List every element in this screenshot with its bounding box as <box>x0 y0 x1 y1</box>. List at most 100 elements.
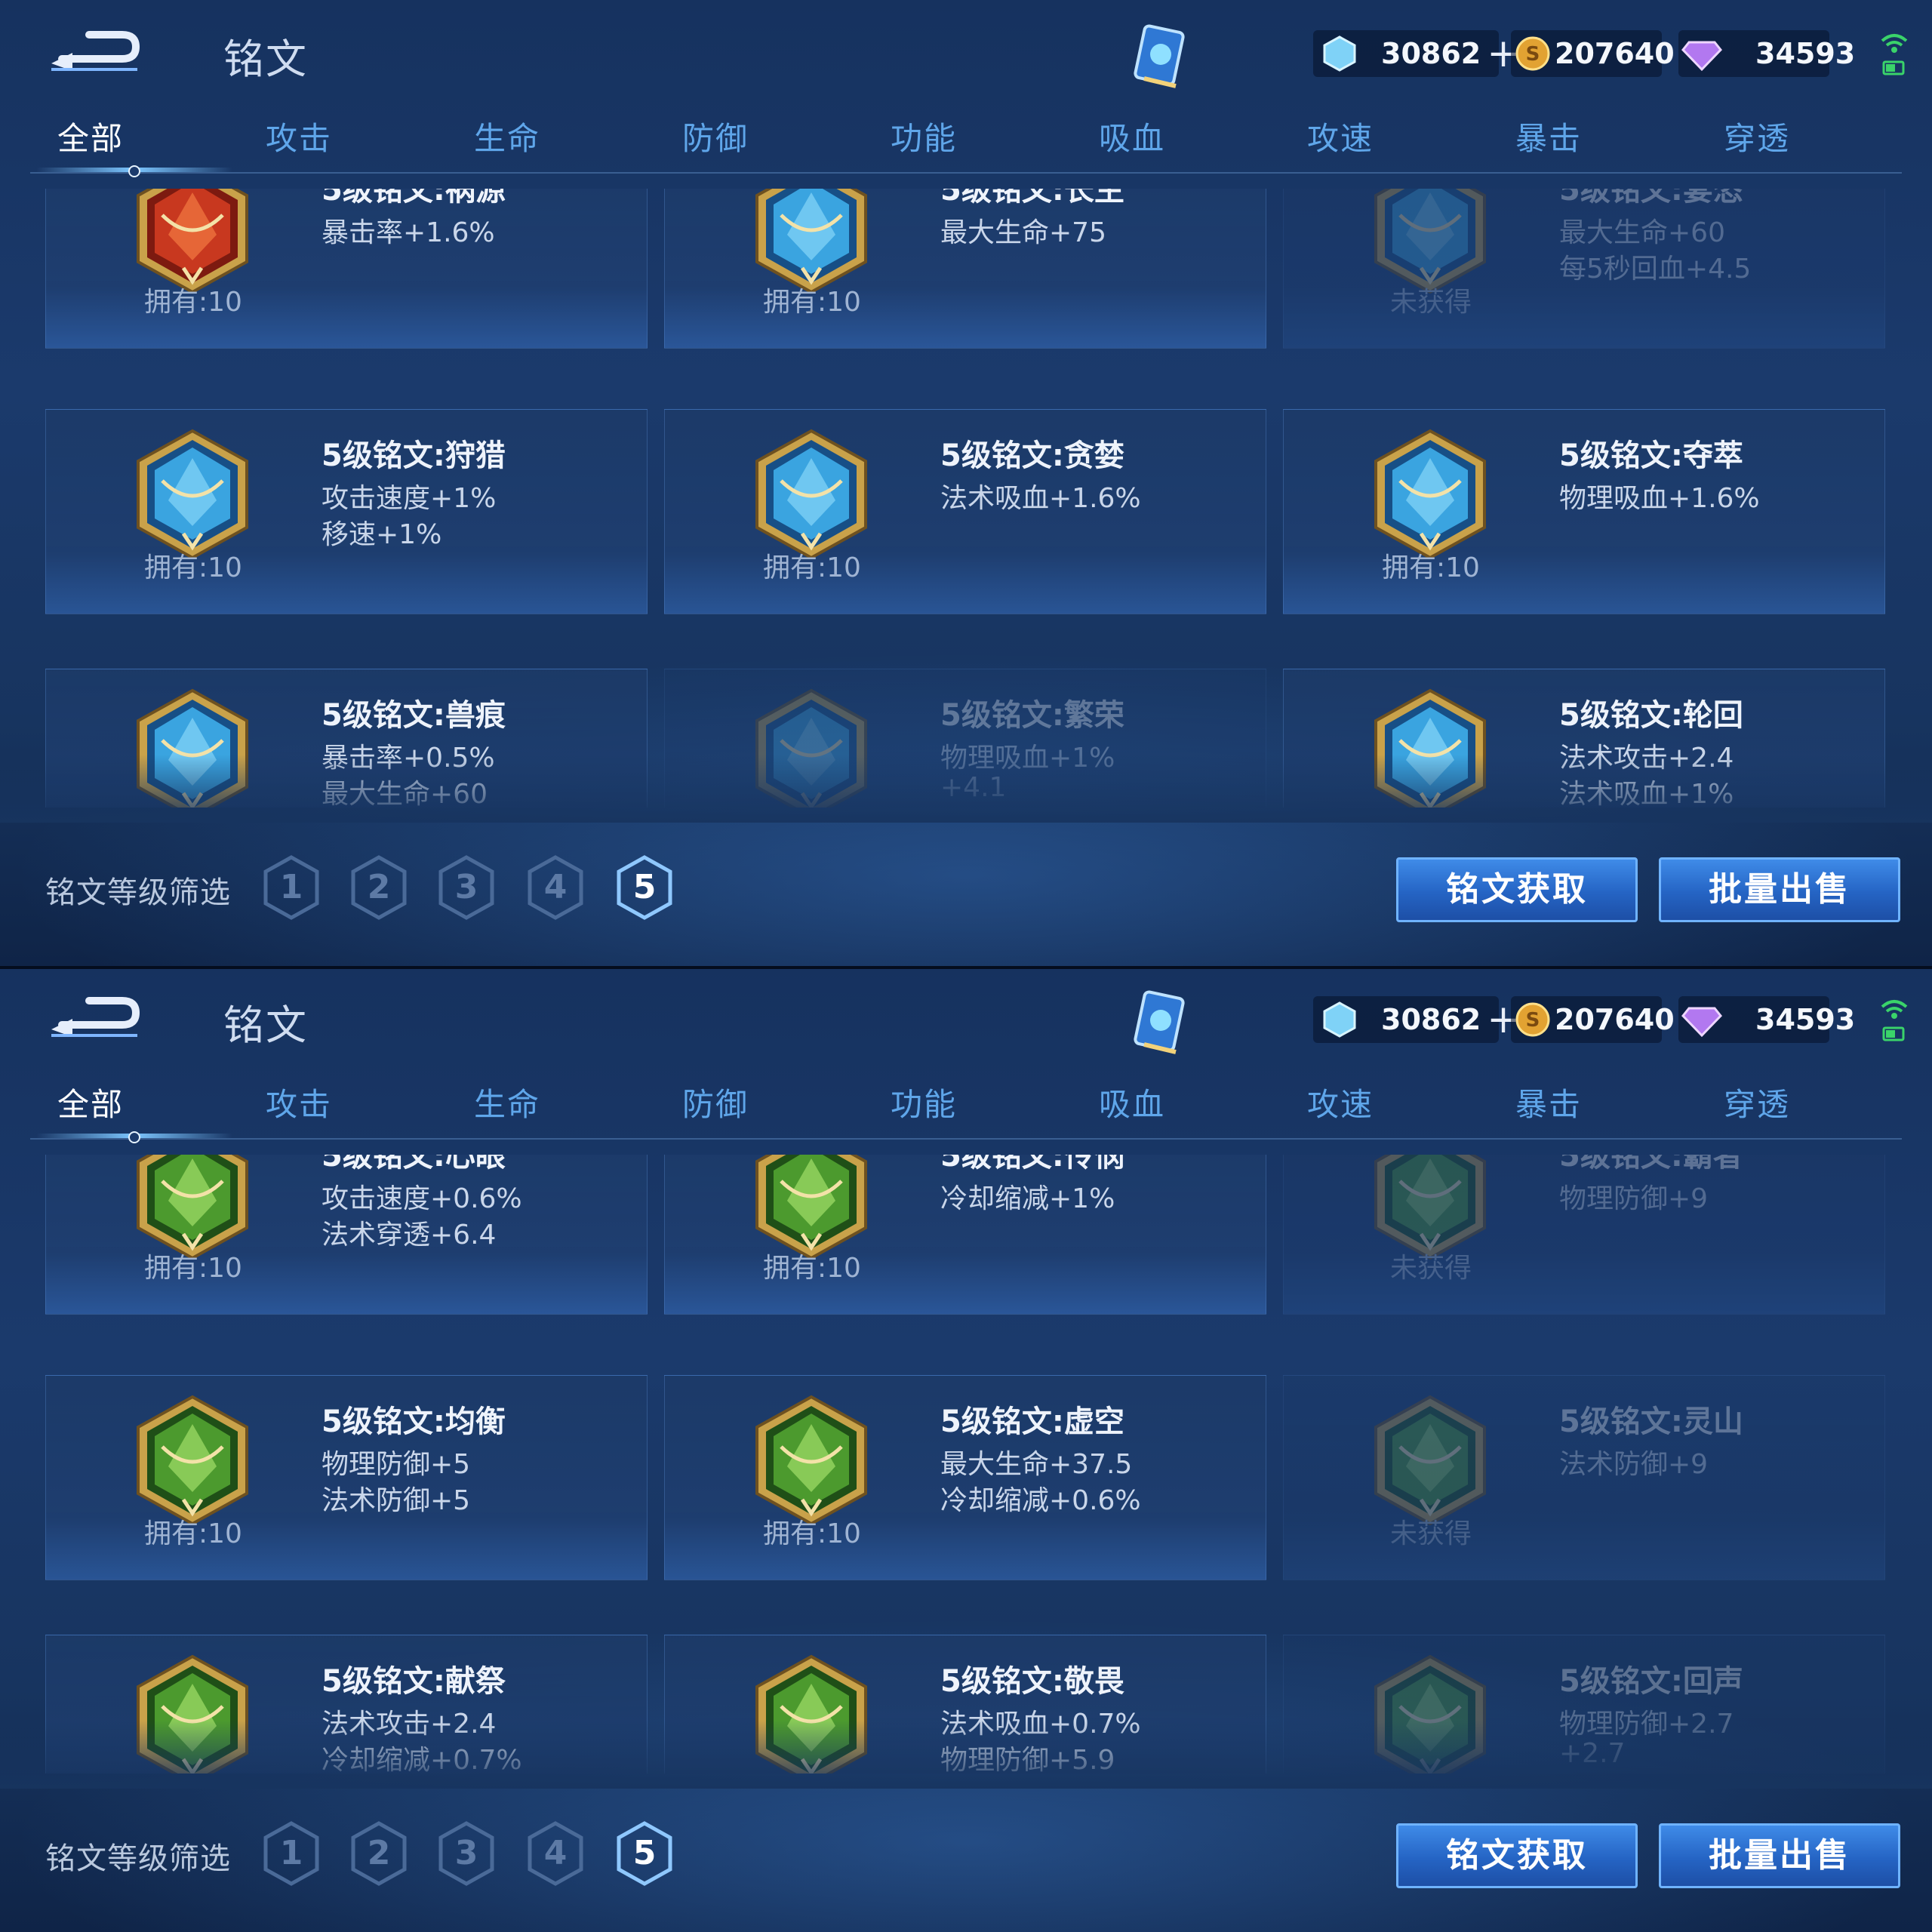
rune-name: 5级铭文:敬畏 <box>940 1664 1124 1699</box>
tab-6[interactable]: 攻速 <box>1265 1079 1416 1125</box>
rune-stat: 物理吸血+1.6% <box>1559 483 1760 514</box>
rune-card[interactable]: 5级铭文:敬畏 法术吸血+0.7% 物理防御+5.9 <box>664 1635 1266 1774</box>
level-filter-label: 铭文等级筛选 <box>45 875 231 910</box>
tab-8[interactable]: 穿透 <box>1681 113 1832 159</box>
rune-card[interactable]: 5级铭文:心眼 攻击速度+0.6% 法术穿透+6.4 拥有:10 <box>45 1155 648 1315</box>
batch-sell-button[interactable]: 批量出售 <box>1659 1823 1900 1888</box>
level-filter-label: 铭文等级筛选 <box>45 1841 231 1876</box>
level-filter-4[interactable]: 4 <box>525 854 586 921</box>
diamond-icon <box>1681 1001 1722 1038</box>
rune-stat: 最大生命+37.5 <box>940 1449 1133 1480</box>
level-filter-1[interactable]: 1 <box>261 1820 321 1887</box>
rune-stat: 物理防御+5.9 <box>940 1745 1115 1774</box>
level-filter-5[interactable]: 5 <box>614 854 675 921</box>
rune-name: 5级铭文:回声 <box>1559 1664 1743 1699</box>
rune-card[interactable]: 5级铭文:狩猎 攻击速度+1% 移速+1% 拥有:10 <box>45 409 648 614</box>
tab-3[interactable]: 防御 <box>640 1079 791 1125</box>
tab-2[interactable]: 生命 <box>432 1079 583 1125</box>
tab-4[interactable]: 功能 <box>848 113 999 159</box>
back-button[interactable] <box>47 26 145 77</box>
gold-counter: S 207640 <box>1511 30 1675 77</box>
rune-stat: 法术吸血+1% <box>1559 779 1734 808</box>
rune-gem-icon <box>751 1155 872 1261</box>
rune-stat: 法术攻击+2.4 <box>1559 743 1734 774</box>
coupon-counter[interactable]: 30862 + <box>1313 996 1520 1043</box>
rune-gem-icon <box>751 688 872 808</box>
rune-stat: 物理防御+9 <box>1559 1183 1709 1214</box>
rune-card[interactable]: 5级铭文:繁荣 物理吸血+1% +4.1 <box>664 669 1266 808</box>
tab-8[interactable]: 穿透 <box>1681 1079 1832 1125</box>
get-rune-button[interactable]: 铭文获取 <box>1396 1823 1638 1888</box>
rune-book-icon[interactable] <box>1129 989 1192 1057</box>
back-button[interactable] <box>47 992 145 1043</box>
rune-gem-icon <box>1370 1155 1491 1261</box>
rune-card[interactable]: 5级铭文:怜悯 冷却缩减+1% 拥有:10 <box>664 1155 1266 1315</box>
rune-name: 5级铭文:均衡 <box>321 1404 506 1439</box>
level-filter-2[interactable]: 2 <box>349 854 409 921</box>
rune-stat: 暴击率+1.6% <box>321 217 495 248</box>
rune-card[interactable]: 5级铭文:轮回法术攻击+2.4 法术吸血+1% <box>1283 669 1885 808</box>
rune-gem-icon <box>751 1654 872 1774</box>
rune-card[interactable]: 5级铭文:祸源 暴击率+1.6% 拥有:10 <box>45 189 648 349</box>
rune-card[interactable]: 5级铭文:贪婪 法术吸血+1.6% 拥有:10 <box>664 409 1266 614</box>
wifi-battery-icon <box>1879 30 1909 80</box>
tab-7[interactable]: 暴击 <box>1473 1079 1624 1125</box>
batch-sell-button[interactable]: 批量出售 <box>1659 857 1900 922</box>
tab-0[interactable]: 全部 <box>15 1079 166 1125</box>
rune-card[interactable]: 5级铭文:灵山 法术防御+9 未获得 <box>1283 1375 1885 1580</box>
level-filter-1[interactable]: 1 <box>261 854 321 921</box>
rune-book-icon[interactable] <box>1129 23 1192 91</box>
rune-stat: 最大生命+75 <box>940 217 1106 248</box>
rune-name: 5级铭文:轮回 <box>1559 698 1743 733</box>
rune-name: 5级铭文:献祭 <box>321 1664 506 1699</box>
tab-5[interactable]: 吸血 <box>1057 1079 1208 1125</box>
crystal-coupon-icon <box>1321 1001 1358 1038</box>
rune-card[interactable]: 5级铭文:兽痕 暴击率+0.5% 最大生命+60 <box>45 669 648 808</box>
level-filter-2[interactable]: 2 <box>349 1820 409 1887</box>
rune-gem-icon <box>132 428 253 561</box>
rune-card[interactable]: 5级铭文:宴恣 最大生命+60 每5秒回血+4.5 未获得 <box>1283 189 1885 349</box>
rune-card[interactable]: 5级铭文:献祭 法术攻击+2.4 冷却缩减+0.7% <box>45 1635 648 1774</box>
diamond-icon <box>1681 35 1722 72</box>
rune-card[interactable]: 5级铭文:回声 物理防御+2.7 +2.7 <box>1283 1635 1885 1774</box>
get-rune-button[interactable]: 铭文获取 <box>1396 857 1638 922</box>
rune-stat: 移速+1% <box>321 519 442 550</box>
rune-owned-count: 未获得 <box>1389 1253 1472 1284</box>
rune-stat: 冷却缩减+1% <box>940 1183 1115 1214</box>
rune-owned-count: 未获得 <box>1389 1518 1472 1549</box>
coupon-counter[interactable]: 30862 + <box>1313 30 1520 77</box>
tab-3[interactable]: 防御 <box>640 113 791 159</box>
rune-name: 5级铭文:夺萃 <box>1559 438 1743 473</box>
rune-gem-icon <box>751 1394 872 1527</box>
category-tabs: 全部 攻击 生命 防御 功能 吸血 攻速 暴击 穿透 <box>30 1079 1902 1140</box>
level-filter-4[interactable]: 4 <box>525 1820 586 1887</box>
level-filter-5[interactable]: 5 <box>614 1820 675 1887</box>
rune-name: 5级铭文:贪婪 <box>940 438 1124 473</box>
rune-owned-count: 未获得 <box>1389 287 1472 318</box>
tab-1[interactable]: 攻击 <box>223 113 374 159</box>
tab-6[interactable]: 攻速 <box>1265 113 1416 159</box>
rune-name: 5级铭文:心眼 <box>321 1155 506 1174</box>
tab-2[interactable]: 生命 <box>432 113 583 159</box>
tab-1[interactable]: 攻击 <box>223 1079 374 1125</box>
rune-card[interactable]: 5级铭文:霸者物理防御+9 未获得 <box>1283 1155 1885 1315</box>
tab-7[interactable]: 暴击 <box>1473 113 1624 159</box>
level-filter-3[interactable]: 3 <box>436 854 497 921</box>
level-filter-3[interactable]: 3 <box>436 1820 497 1887</box>
gold-counter: S 207640 <box>1511 996 1675 1043</box>
rune-stat: 法术吸血+1.6% <box>940 483 1141 514</box>
tab-4[interactable]: 功能 <box>848 1079 999 1125</box>
rune-stat: 法术防御+5 <box>321 1485 471 1516</box>
rune-owned-count: 拥有:10 <box>763 1253 861 1284</box>
tab-5[interactable]: 吸血 <box>1057 113 1208 159</box>
rune-card[interactable]: 5级铭文:均衡 物理防御+5 法术防御+5 拥有:10 <box>45 1375 648 1580</box>
tab-0[interactable]: 全部 <box>15 113 166 159</box>
rune-card[interactable]: 5级铭文:夺萃 物理吸血+1.6% 拥有:10 <box>1283 409 1885 614</box>
rune-card[interactable]: 5级铭文:虚空 最大生命+37.5 冷却缩减+0.6% 拥有:10 <box>664 1375 1266 1580</box>
diamond-counter: 34593 <box>1678 996 1855 1043</box>
rune-name: 5级铭文:霸者 <box>1559 1155 1743 1174</box>
gold-coin-icon: S <box>1514 35 1552 72</box>
category-tabs: 全部 攻击 生命 防御 功能 吸血 攻速 暴击 穿透 <box>30 113 1902 174</box>
rune-stat: 最大生命+60 <box>321 779 488 808</box>
rune-card[interactable]: 5级铭文:长生 最大生命+75 拥有:10 <box>664 189 1266 349</box>
